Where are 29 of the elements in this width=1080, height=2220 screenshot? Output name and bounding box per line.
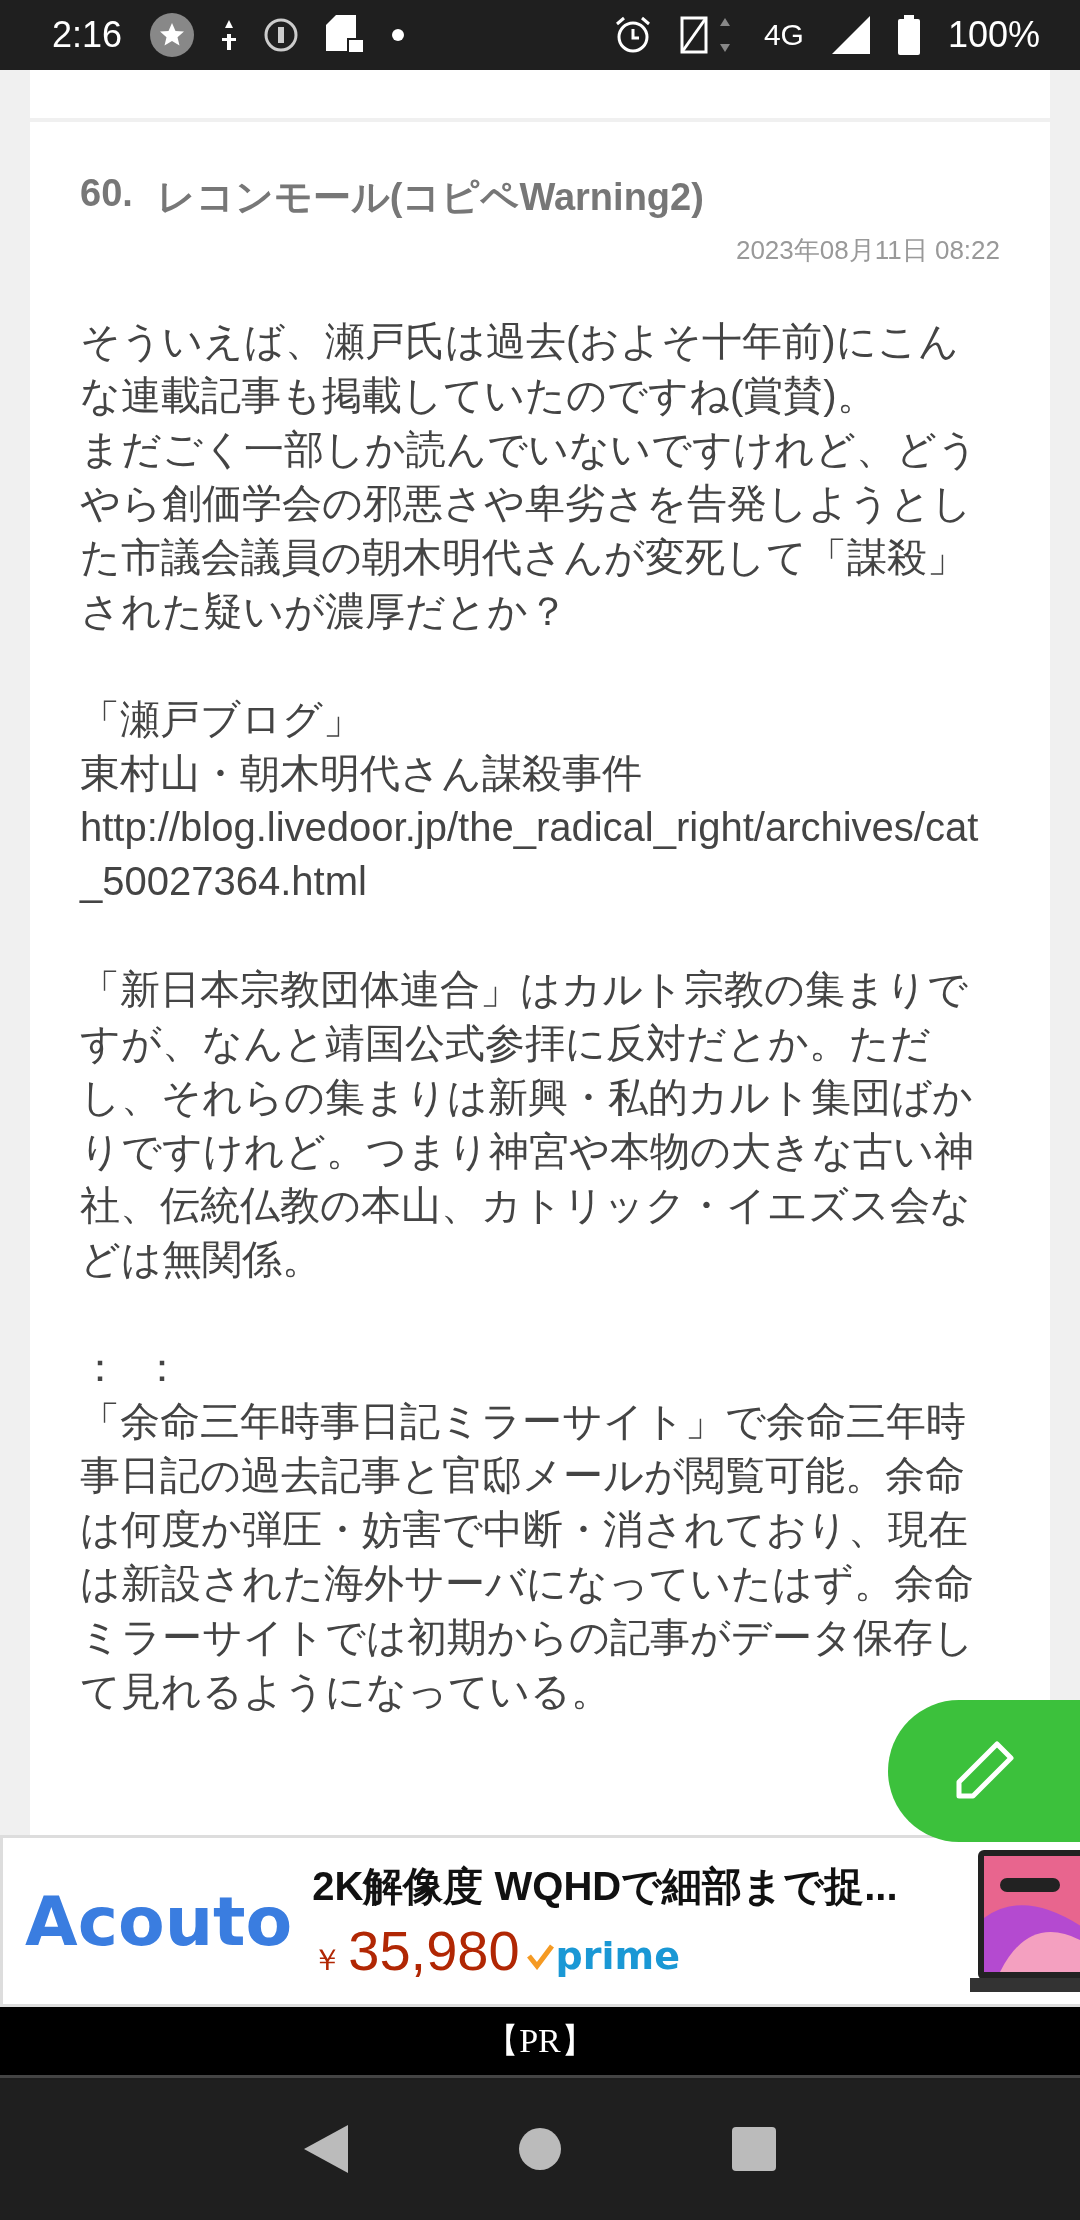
sd-card-icon bbox=[326, 15, 365, 55]
comment-date: 2023年08月11日 08:22 bbox=[735, 234, 1000, 267]
comment-text: 東村山・朝木明代さん謀殺事件 bbox=[80, 750, 643, 797]
ad-label: 【PR】 bbox=[0, 2007, 1080, 2078]
comment-text: そういえば、瀬戸氏は過去(およそ十年前)にこんな連載記事も掲載していたのですね(賞賛)。 bbox=[80, 318, 960, 419]
comment-text: http://blog.livedoor.jp/the_radical_right/archives/cat_50027364.html bbox=[80, 804, 980, 905]
ad-price: 35,980 bbox=[348, 1918, 520, 1983]
battery-icon bbox=[897, 15, 920, 55]
prime-label: prime bbox=[555, 1934, 680, 1978]
network-type: 4G bbox=[763, 18, 804, 52]
ad-title: 2K解像度 WQHDで細部まで捉... bbox=[312, 1863, 899, 1910]
comment-author: レコンモール(コピペWarning2) bbox=[156, 175, 704, 220]
comment-text: ： ： bbox=[80, 1344, 184, 1391]
battery-percent: 100% bbox=[947, 14, 1040, 56]
clock-time: 2:16 bbox=[52, 14, 123, 56]
back-icon[interactable] bbox=[304, 2125, 348, 2173]
dot-icon bbox=[392, 29, 405, 41]
comment-text: 「余命三年時事日記ミラーサイト」で余命三年時事日記の過去記事と官邸メールが閲覧可能。余命は何度か弾圧・妨害で中断・消されており、現在は新設された海外サーバになっていたはず。余命ミラーサイトでは初期からの記事がデータ保存して見れるようになっている。 bbox=[80, 1398, 975, 1715]
comment-text: まだごく一部しか読んでいないですけれど、どうやら創価学会の邪悪さや卑劣さを告発しようとした市議会議員の朝木明代さんが変死して「謀殺」された疑いが濃厚だとか？ bbox=[80, 426, 979, 635]
alarm-icon bbox=[613, 16, 652, 54]
comment-text: 「瀬戸ブログ」 bbox=[80, 696, 364, 743]
home-icon[interactable] bbox=[518, 2127, 562, 2171]
currency-sign: ￥ bbox=[312, 1941, 343, 1979]
info-icon bbox=[264, 18, 299, 52]
brand-logo: Acouto bbox=[25, 1881, 293, 1961]
comment-text: 「新日本宗教団体連合」はカルト宗教の集まりですが、なんと靖国公式参拝に反対だとか。ただし、それらの集まりは新興・私的カルト集団ばかりですけれど。つまり神宮や本物の大きな古い神社、伝統仏教の本山、カトリック・イエズス会などは無関係。 bbox=[80, 966, 975, 1283]
signal-icon bbox=[831, 16, 870, 54]
check-icon bbox=[525, 1942, 554, 1970]
comment-number: 60. bbox=[80, 172, 133, 216]
